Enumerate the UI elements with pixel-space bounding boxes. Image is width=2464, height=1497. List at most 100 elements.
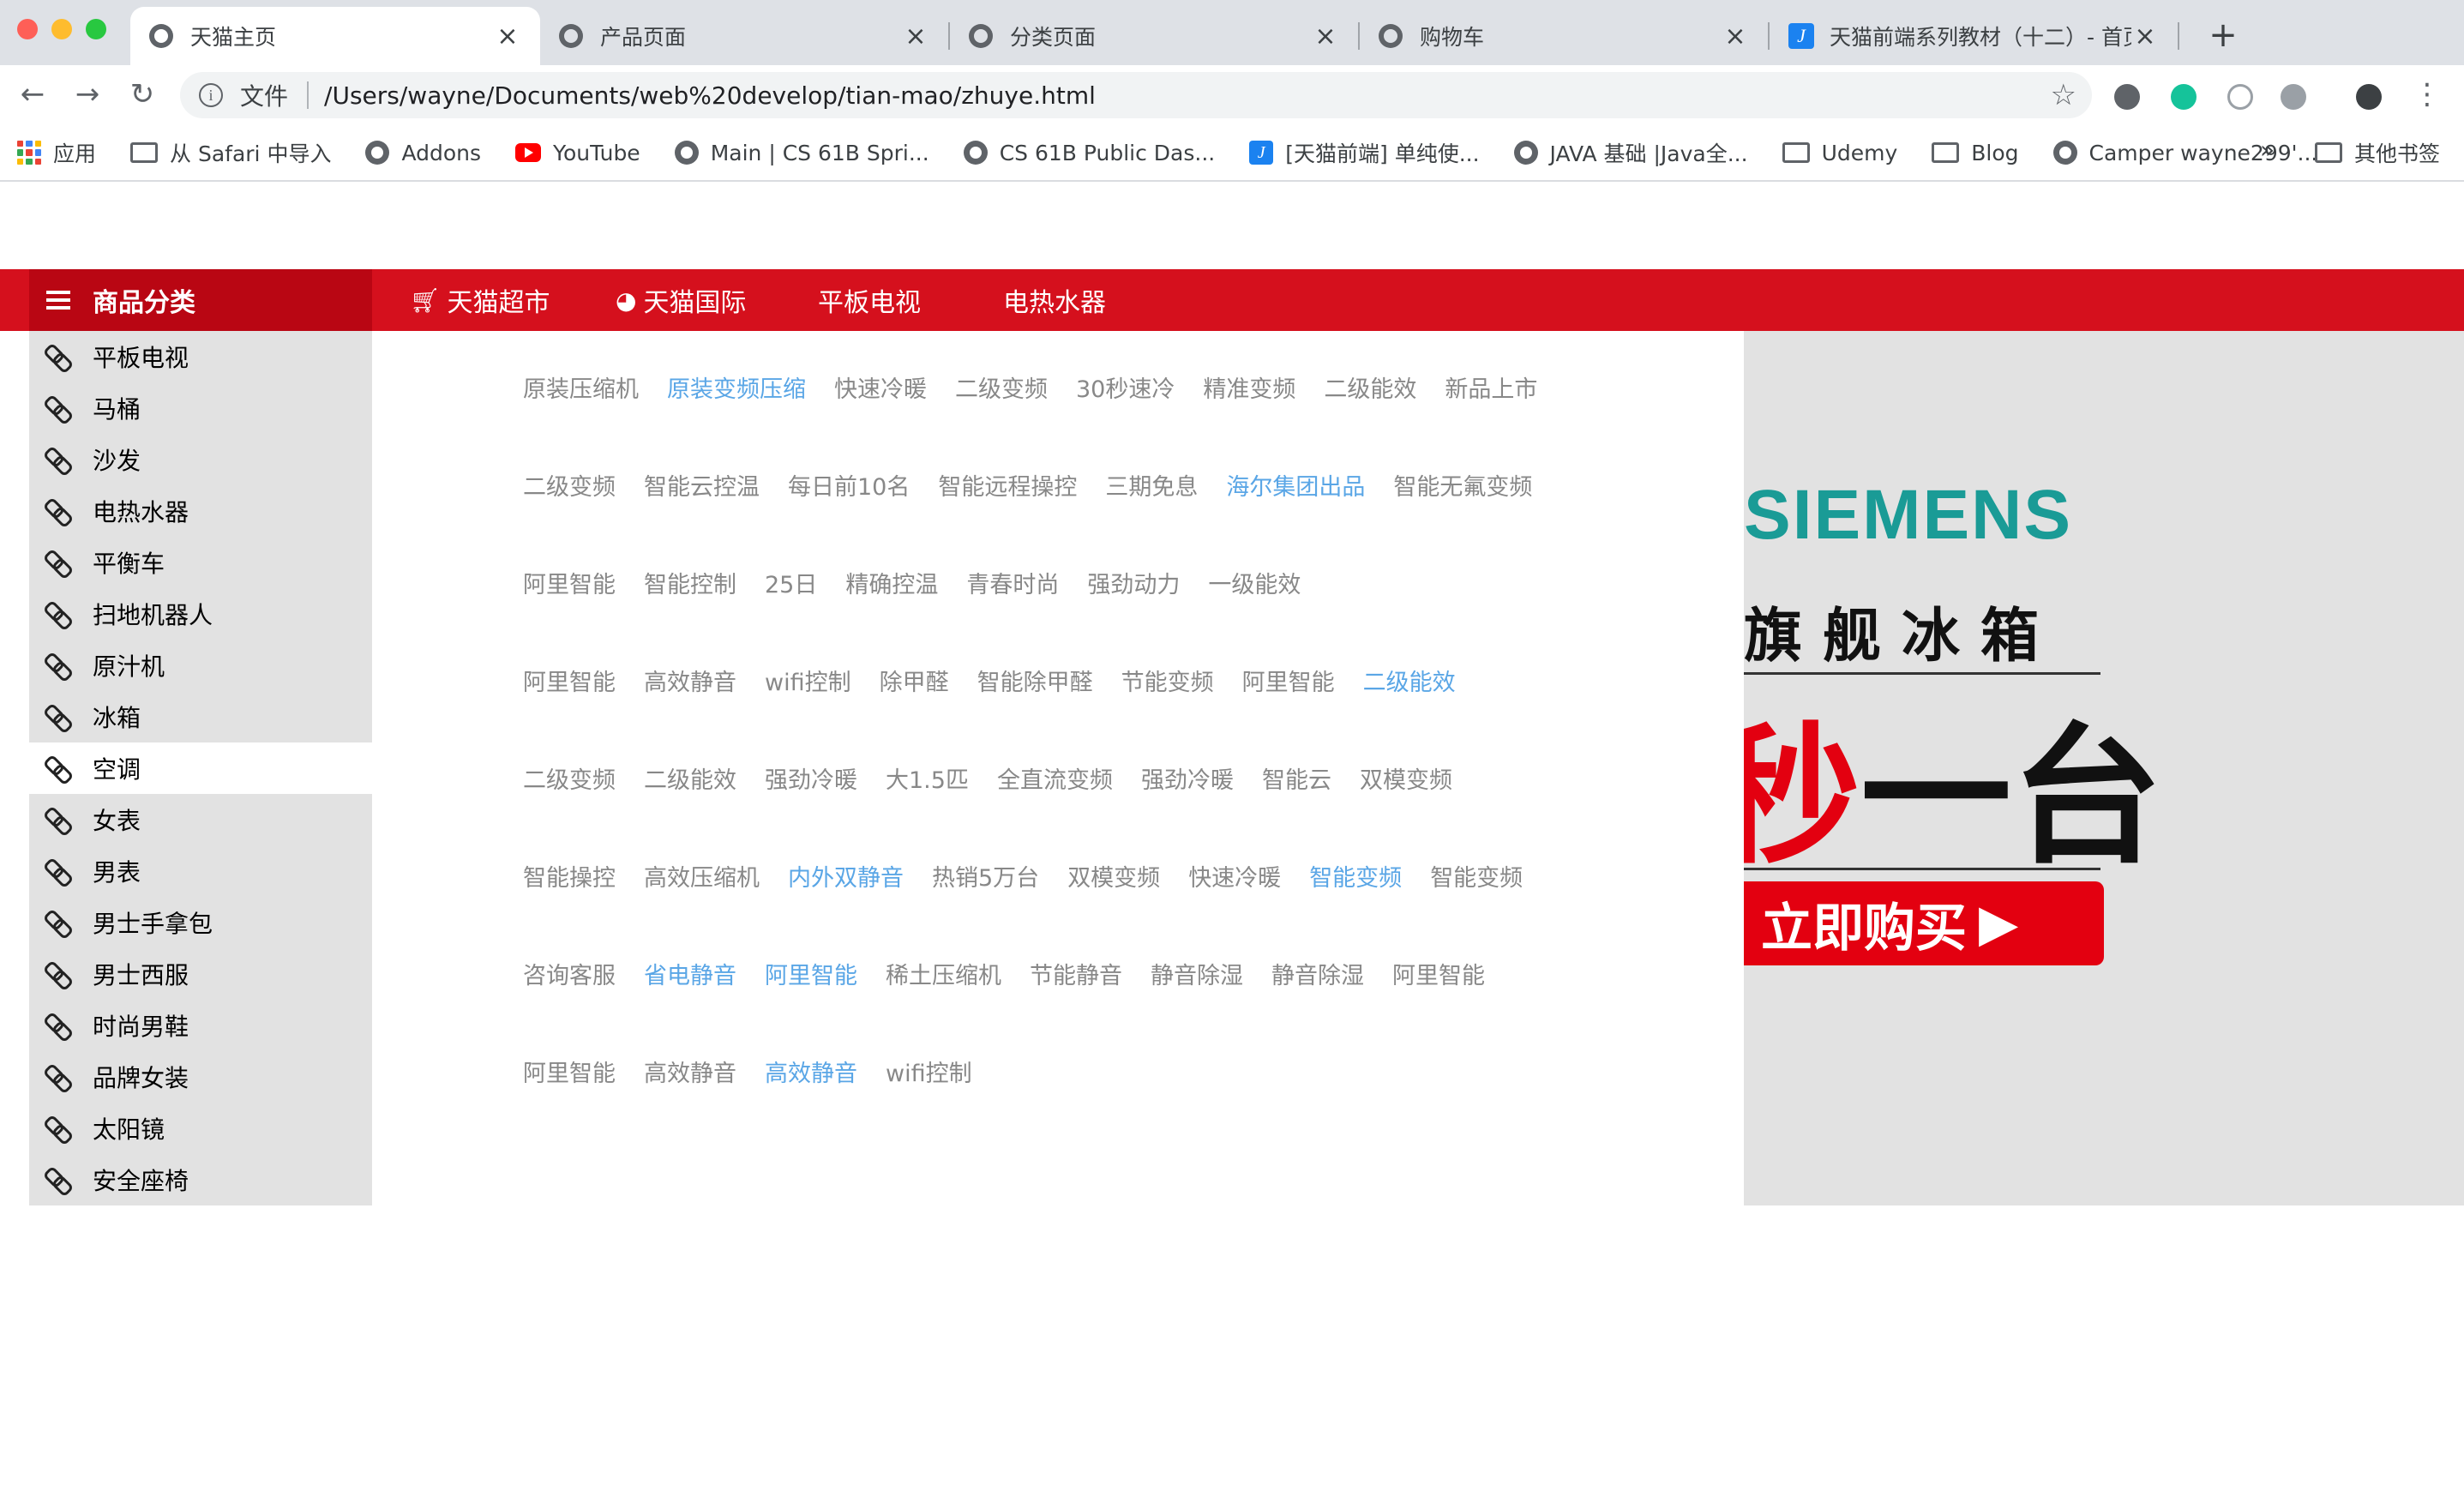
- category-item[interactable]: 男士西服: [29, 948, 372, 1000]
- close-window-button[interactable]: [17, 19, 38, 39]
- keyword-link[interactable]: 青春时尚: [966, 566, 1059, 599]
- keyword-link[interactable]: 阿里智能: [523, 1055, 616, 1088]
- ghost-extension-icon[interactable]: [2281, 84, 2306, 110]
- keyword-link[interactable]: 咨询客服: [523, 957, 616, 990]
- maximize-window-button[interactable]: [86, 19, 106, 39]
- keyword-link[interactable]: 全直流变频: [997, 761, 1113, 795]
- browser-tab[interactable]: 购物车 ×: [1360, 7, 1768, 65]
- keyword-link[interactable]: 二级能效: [1324, 370, 1416, 404]
- keyword-link[interactable]: 智能远程操控: [938, 468, 1077, 502]
- keyword-link[interactable]: 阿里智能: [523, 566, 616, 599]
- close-tab-icon[interactable]: ×: [1722, 21, 1749, 51]
- parachute-extension-icon[interactable]: [2114, 84, 2140, 110]
- new-tab-button[interactable]: +: [2202, 14, 2245, 57]
- keyword-link[interactable]: 智能变频: [1430, 859, 1523, 893]
- category-item[interactable]: 男士手拿包: [29, 897, 372, 948]
- keyword-link[interactable]: 静音除湿: [1151, 957, 1243, 990]
- address-bar[interactable]: i 文件 /Users/wayne/Documents/web%20develo…: [180, 72, 2092, 118]
- promo-banner[interactable]: SIEMENS 旗舰冰箱 秒一台 立即购买 ▶: [1744, 331, 2464, 1205]
- keyword-link-highlighted[interactable]: 省电静音: [644, 957, 736, 990]
- keyword-link[interactable]: 精准变频: [1203, 370, 1295, 404]
- keyword-link[interactable]: 热销5万台: [932, 859, 1039, 893]
- keyword-link[interactable]: 高效静音: [644, 1055, 736, 1088]
- bookmark-item[interactable]: Blog: [1932, 141, 2019, 165]
- bookmark-item[interactable]: J [天猫前端] 单纯使...: [1249, 137, 1480, 168]
- keyword-link[interactable]: wifi控制: [765, 664, 851, 697]
- close-tab-icon[interactable]: ×: [494, 21, 521, 51]
- category-item[interactable]: 马桶: [29, 382, 372, 434]
- back-icon[interactable]: ←: [15, 77, 50, 111]
- grammarly-extension-icon[interactable]: [2171, 84, 2197, 110]
- keyword-link[interactable]: 双模变频: [1360, 761, 1452, 795]
- keyword-link[interactable]: 高效静音: [644, 664, 736, 697]
- keyword-link[interactable]: 30秒速冷: [1076, 370, 1175, 404]
- menu-dots-icon[interactable]: ⋮: [2413, 77, 2442, 111]
- bookmark-item[interactable]: 应用: [17, 137, 96, 168]
- keyword-link[interactable]: 智能除甲醛: [977, 664, 1093, 697]
- keyword-link[interactable]: 25日: [765, 566, 817, 599]
- keyword-link[interactable]: 智能控制: [644, 566, 736, 599]
- keyword-link[interactable]: 阿里智能: [523, 664, 616, 697]
- bookmark-star-icon[interactable]: ☆: [2051, 78, 2076, 112]
- category-item[interactable]: 太阳镜: [29, 1103, 372, 1154]
- keyword-link[interactable]: 强劲冷暖: [765, 761, 857, 795]
- category-item[interactable]: 平板电视: [29, 331, 372, 382]
- bookmark-item[interactable]: JAVA 基础 |Java全...: [1513, 137, 1748, 168]
- keyword-link[interactable]: 节能变频: [1121, 664, 1214, 697]
- keyword-link[interactable]: 智能云控温: [644, 468, 760, 502]
- keyword-link[interactable]: wifi控制: [886, 1055, 972, 1088]
- category-item[interactable]: 沙发: [29, 434, 372, 485]
- nav-link-tmall-global[interactable]: ◕ 天猫国际: [616, 269, 746, 331]
- keyword-link[interactable]: 二级变频: [523, 468, 616, 502]
- keyword-link[interactable]: 强劲冷暖: [1141, 761, 1234, 795]
- browser-tab[interactable]: 产品页面 ×: [540, 7, 948, 65]
- keyword-link[interactable]: 二级变频: [523, 761, 616, 795]
- keyword-link-highlighted[interactable]: 原装变频压缩: [667, 370, 806, 404]
- url-text[interactable]: /Users/wayne/Documents/web%20develop/tia…: [324, 81, 2051, 110]
- keyword-link[interactable]: 稀土压缩机: [886, 957, 1001, 990]
- keyword-link[interactable]: 每日前10名: [788, 468, 910, 502]
- keyword-link-highlighted[interactable]: 智能变频: [1309, 859, 1402, 893]
- profile-avatar[interactable]: [2356, 84, 2382, 110]
- speed-extension-icon[interactable]: [2227, 84, 2253, 110]
- bookmark-item[interactable]: 从 Safari 中导入: [130, 137, 331, 168]
- category-item[interactable]: 扫地机器人: [29, 588, 372, 640]
- keyword-link-highlighted[interactable]: 海尔集团出品: [1226, 468, 1365, 502]
- keyword-link[interactable]: 原装压缩机: [523, 370, 639, 404]
- bookmark-item[interactable]: Addons: [365, 141, 481, 165]
- category-item[interactable]: 女表: [29, 794, 372, 845]
- keyword-link[interactable]: 新品上市: [1445, 370, 1537, 404]
- keyword-link[interactable]: 除甲醛: [880, 664, 949, 697]
- keyword-link-highlighted[interactable]: 内外双静音: [788, 859, 904, 893]
- keyword-link[interactable]: 智能云: [1262, 761, 1331, 795]
- keyword-link[interactable]: 强劲动力: [1087, 566, 1180, 599]
- close-tab-icon[interactable]: ×: [1312, 21, 1339, 51]
- keyword-link-highlighted[interactable]: 阿里智能: [765, 957, 857, 990]
- info-icon[interactable]: i: [199, 83, 223, 107]
- nav-link-water-heater[interactable]: 电热水器: [1003, 269, 1106, 331]
- bookmark-item[interactable]: CS 61B Public Das...: [963, 141, 1215, 165]
- browser-tab[interactable]: J 天猫前端系列教材（十二）- 首页 ×: [1770, 7, 2178, 65]
- bookmarks-overflow-button[interactable]: »: [2260, 135, 2275, 164]
- keyword-link[interactable]: 阿里智能: [1392, 957, 1485, 990]
- minimize-window-button[interactable]: [51, 19, 72, 39]
- nav-link-flat-tv[interactable]: 平板电视: [818, 269, 921, 331]
- category-item[interactable]: 男表: [29, 845, 372, 897]
- keyword-link-highlighted[interactable]: 二级能效: [1363, 664, 1456, 697]
- bookmark-item[interactable]: Camper wayne299'...: [2052, 141, 2317, 165]
- category-item[interactable]: 安全座椅: [29, 1154, 372, 1205]
- browser-tab[interactable]: 分类页面 ×: [950, 7, 1358, 65]
- keyword-link[interactable]: 智能无氟变频: [1393, 468, 1532, 502]
- keyword-link[interactable]: 快速冷暖: [834, 370, 927, 404]
- keyword-link[interactable]: 双模变频: [1067, 859, 1160, 893]
- category-item[interactable]: 原汁机: [29, 640, 372, 691]
- category-item[interactable]: 冰箱: [29, 691, 372, 742]
- keyword-link[interactable]: 三期免息: [1105, 468, 1198, 502]
- close-tab-icon[interactable]: ×: [2131, 21, 2159, 51]
- category-item[interactable]: 电热水器: [29, 485, 372, 537]
- close-tab-icon[interactable]: ×: [902, 21, 929, 51]
- bookmark-item[interactable]: Udemy: [1782, 141, 1897, 165]
- other-bookmarks[interactable]: 其他书签: [2315, 137, 2440, 168]
- keyword-link[interactable]: 静音除湿: [1271, 957, 1364, 990]
- category-item[interactable]: 品牌女装: [29, 1051, 372, 1103]
